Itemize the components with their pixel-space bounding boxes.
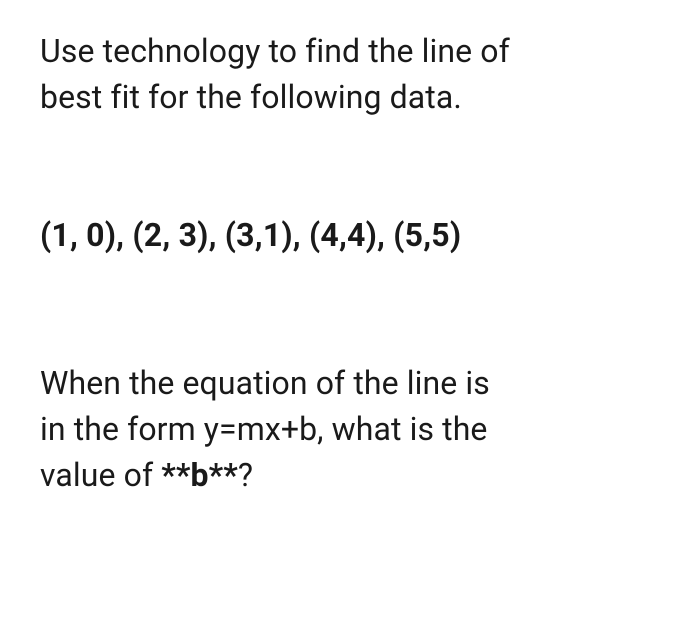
question-line-1: When the equation of the line is: [40, 364, 490, 402]
question-paragraph: When the equation of the line is in the …: [40, 360, 661, 499]
intro-line-2: best fit for the following data.: [40, 78, 462, 116]
question-line-2: in the form y=mx+b, what is the: [40, 410, 488, 448]
spacer-2: [40, 258, 661, 360]
question-bold-b: **b**: [161, 456, 238, 494]
question-line-3-part1: value of: [40, 456, 161, 494]
intro-line-1: Use technology to find the line of: [40, 32, 510, 70]
data-points: (1, 0), (2, 3), (3,1), (4,4), (5,5): [40, 213, 661, 258]
spacer-1: [40, 121, 661, 213]
intro-paragraph: Use technology to find the line of best …: [40, 28, 661, 121]
question-line-3-part2: ?: [238, 456, 253, 494]
